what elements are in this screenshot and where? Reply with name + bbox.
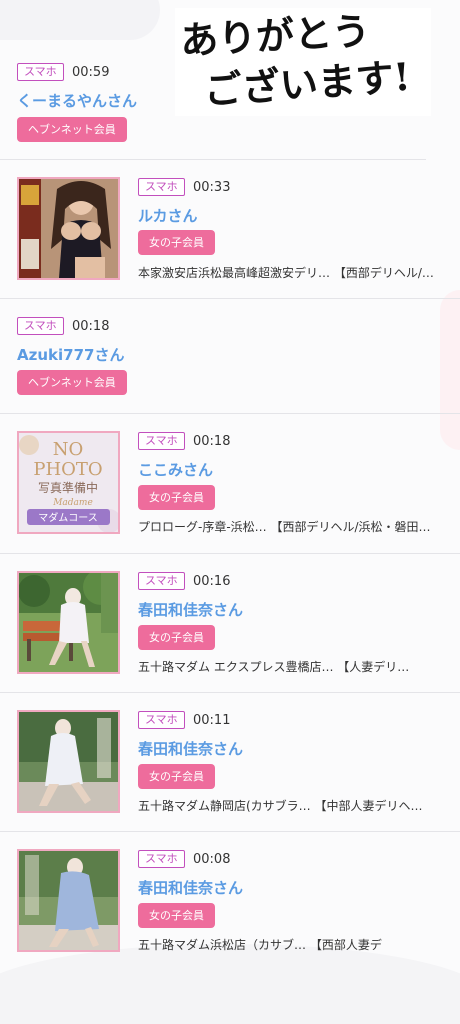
photo-text: Madame [52,498,93,508]
avatar[interactable] [17,710,120,813]
member-type-badge: 女の子会員 [138,764,215,789]
photo-text: PHOTO [33,459,102,480]
list-item[interactable]: スマホ 00:16 春田和佳奈さん 女の子会員 五十路マダム エクスプレス豊橋店… [0,554,460,692]
visitor-name[interactable]: ここみさん [138,459,213,480]
device-badge: スマホ [138,572,185,590]
avatar[interactable] [17,571,120,674]
visit-time: 00:08 [193,852,231,867]
visitor-name[interactable]: 春田和佳奈さん [138,599,243,620]
list-item[interactable]: スマホ 00:11 春田和佳奈さん 女の子会員 五十路マダム静岡店(カサブラ… … [0,693,460,831]
list-item[interactable]: NO PHOTO 写真準備中 Madame マダムコース スマホ 00:18 こ… [0,414,460,553]
device-badge: スマホ [138,711,185,729]
shop-name[interactable]: 五十路マダム静岡店(カサブラ… 【中部人妻デリヘ… [138,797,443,814]
visit-time: 00:59 [72,65,110,80]
photo-text: 写真準備中 [38,480,98,495]
visit-time: 00:16 [193,574,231,589]
member-type-badge: 女の子会員 [138,903,215,928]
list-item[interactable]: スマホ 00:18 Azuki777さん ヘブンネット会員 [0,299,460,413]
member-type-badge: 女の子会員 [138,485,215,510]
device-badge: スマホ [138,850,185,868]
member-type-badge: ヘブンネット会員 [17,117,127,142]
thank-you-overlay: ありがとう ございます! [175,8,431,116]
shop-name[interactable]: 本家激安店浜松最高峰超激安デリ… 【西部デリヘル/… [138,264,443,281]
visitor-name[interactable]: 春田和佳奈さん [138,877,243,898]
avatar[interactable]: NO PHOTO 写真準備中 Madame マダムコース [17,431,120,534]
visit-time: 00:18 [72,319,110,334]
avatar[interactable] [17,177,120,280]
device-badge: スマホ [17,317,64,335]
shop-name[interactable]: 五十路マダム エクスプレス豊橋店… 【人妻デリ… [138,658,443,675]
shop-name[interactable]: 五十路マダム浜松店（カサブ… 【西部人妻デ [138,936,396,953]
visit-time: 00:33 [193,180,231,195]
photo-text: マダムコース [38,511,98,524]
member-type-badge: 女の子会員 [138,230,215,255]
list-item[interactable]: スマホ 00:33 ルカさん 女の子会員 本家激安店浜松最高峰超激安デリ… 【西… [0,160,460,298]
shop-name[interactable]: プロローグ-序章-浜松… 【西部デリヘル/浜松・磐田… [138,518,443,535]
list-item[interactable]: スマホ 00:08 春田和佳奈さん 女の子会員 五十路マダム浜松店（カサブ… 【… [0,832,460,972]
thank-you-text: ございます! [202,54,411,113]
avatar[interactable] [17,849,120,952]
visitor-name[interactable]: くーまるやんさん [17,90,137,111]
device-badge: スマホ [17,63,64,81]
device-badge: スマホ [138,178,185,196]
thank-you-text: ありがとう [179,8,371,63]
visitor-name[interactable]: 春田和佳奈さん [138,738,243,759]
device-badge: スマホ [138,432,185,450]
page: スマホ 00:59 くーまるやんさん ヘブンネット会員 スマホ 00:33 ルカ… [0,0,460,1024]
visit-time: 00:18 [193,434,231,449]
photo-text: NO [53,439,84,460]
member-type-badge: 女の子会員 [138,625,215,650]
visitor-name[interactable]: ルカさん [138,205,198,226]
visitor-name[interactable]: Azuki777さん [17,344,124,365]
member-type-badge: ヘブンネット会員 [17,370,127,395]
visit-time: 00:11 [193,713,231,728]
